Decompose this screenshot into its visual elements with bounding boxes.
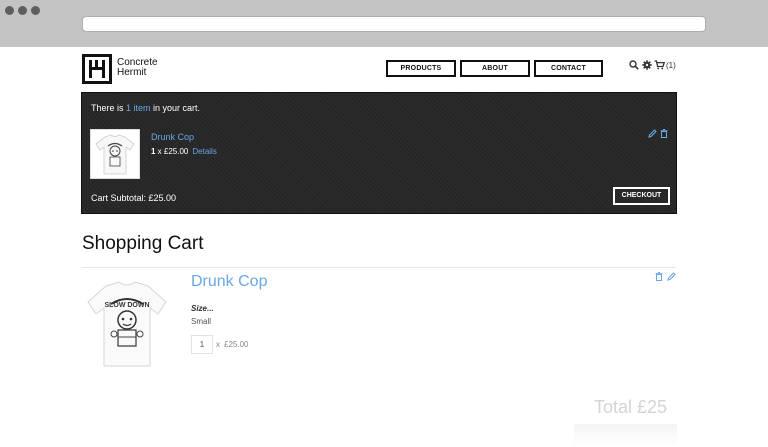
page-title: Shopping Cart: [82, 233, 204, 254]
logo-mark[interactable]: [82, 54, 112, 84]
cart-message: There is 1 item in your cart.: [91, 103, 200, 113]
cart-message-prefix: There is: [91, 103, 127, 113]
mini-cart-details-link[interactable]: Details: [192, 147, 216, 156]
address-bar[interactable]: [82, 16, 706, 32]
window-maximize-dot[interactable]: [31, 6, 40, 15]
gear-icon[interactable]: [642, 60, 652, 73]
size-option-value: Small: [191, 317, 212, 326]
cart-count[interactable]: (1): [666, 61, 676, 70]
trash-icon[interactable]: [655, 272, 663, 283]
cart-product-name[interactable]: Drunk Cop: [191, 273, 267, 291]
times-sign: x: [216, 340, 220, 349]
nav-products-button[interactable]: PRODUCTS: [386, 60, 456, 77]
mini-cart-product-thumbnail[interactable]: [90, 129, 140, 179]
total-fade: [574, 424, 677, 447]
svg-text:SLOW DOWN: SLOW DOWN: [104, 302, 149, 309]
nav-contact-button[interactable]: CONTACT: [534, 60, 603, 77]
cart-icon[interactable]: [654, 60, 666, 73]
divider: [82, 267, 676, 268]
search-icon[interactable]: [629, 60, 639, 73]
unit-price-value: £25.00: [224, 340, 249, 349]
window-minimize-dot[interactable]: [18, 6, 27, 15]
unit-price: x £25.00: [216, 340, 248, 349]
cart-item-count-link[interactable]: 1 item: [126, 103, 151, 113]
quantity-input[interactable]: 1: [191, 335, 213, 354]
size-option-label: Size...: [191, 304, 214, 313]
mini-cart-product-name[interactable]: Drunk Cop: [151, 132, 194, 142]
checkout-button[interactable]: CHECKOUT: [613, 187, 670, 205]
brand-line-2: Hermit: [117, 67, 147, 78]
window-close-dot[interactable]: [5, 6, 14, 15]
cart-product-image[interactable]: SLOW DOWN: [82, 274, 172, 370]
mini-cart-qty-price: x £25.00: [155, 147, 189, 156]
trash-icon[interactable]: [660, 129, 668, 140]
mini-cart-panel: There is 1 item in your cart. Drunk Cop …: [81, 92, 677, 214]
brand-name[interactable]: Concrete Hermit: [117, 58, 158, 78]
mini-cart-quantity: 1 x £25.00 Details: [151, 147, 217, 156]
edit-pencil-icon[interactable]: [667, 272, 676, 283]
cart-total: Total £25: [594, 397, 668, 417]
browser-chrome: [0, 0, 768, 47]
cart-subtotal: Cart Subtotal: £25.00: [91, 193, 177, 203]
edit-pencil-icon[interactable]: [648, 129, 657, 140]
cart-message-suffix: in your cart.: [150, 103, 201, 113]
nav-about-button[interactable]: ABOUT: [460, 60, 530, 77]
